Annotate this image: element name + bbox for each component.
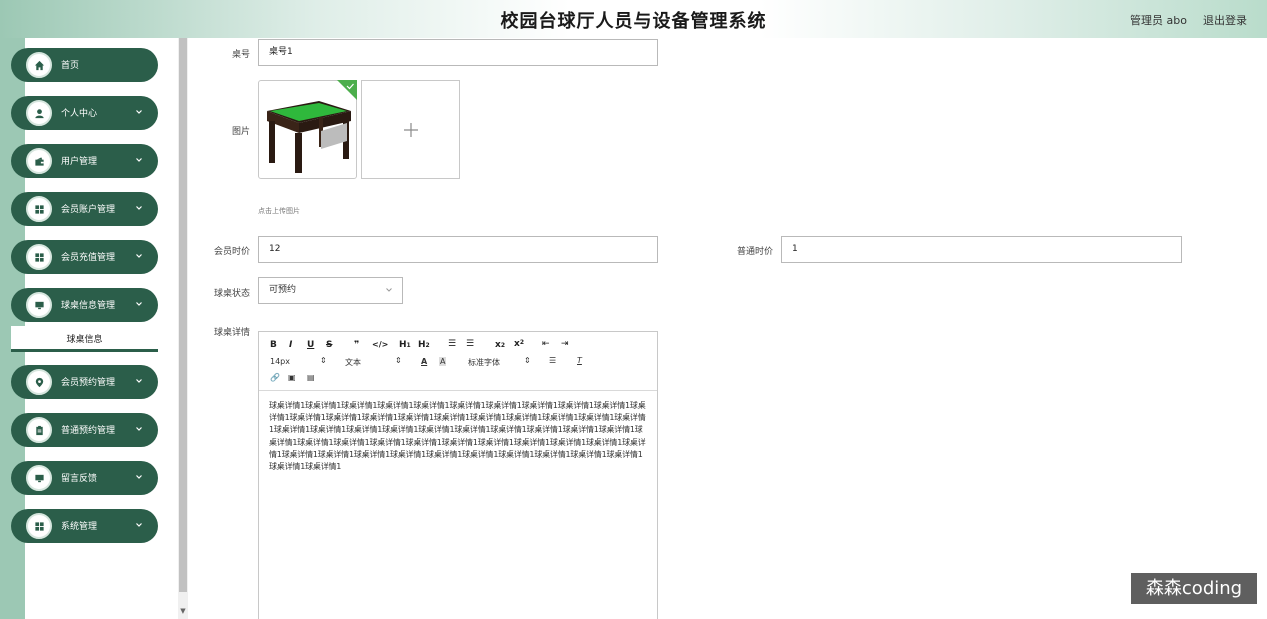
member-price-input[interactable]: 12 (258, 236, 658, 263)
top-header: 校园台球厅人员与设备管理系统 管理员 abo 退出登录 (0, 0, 1267, 38)
sidebar-item-label: 用户管理 (61, 157, 98, 167)
heading2-button[interactable]: H2 (418, 340, 430, 350)
block-type-select-arrow-icon[interactable]: ⇕ (395, 356, 402, 365)
sidebar-item-member-account[interactable]: 会员账户管理 (11, 192, 158, 226)
font-size-select-arrow-icon[interactable]: ⇕ (320, 356, 327, 365)
normal-price-label: 普通时价 (736, 247, 773, 257)
font-size-select[interactable]: 14px (270, 357, 290, 366)
chevron-down-icon (136, 379, 142, 383)
chevron-down-icon (136, 302, 142, 306)
sidebar-item-label: 留言反馈 (61, 474, 98, 484)
indent-icon[interactable]: ⇥ (561, 339, 569, 349)
font-family-select[interactable]: 标准字体 (468, 357, 500, 368)
normal-price-input[interactable]: 1 (781, 236, 1182, 263)
sidebar-item-personal-center[interactable]: 个人中心 (11, 96, 158, 130)
image-icon[interactable]: ▣ (288, 373, 296, 382)
sidebar-item-label: 会员预约管理 (61, 378, 116, 388)
plus-icon (404, 123, 418, 137)
chevron-down-icon (136, 110, 142, 114)
sidebar-item-label: 系统管理 (61, 522, 98, 532)
sidebar-item-member-recharge[interactable]: 会员充值管理 (11, 240, 158, 274)
chevron-down-icon (136, 523, 142, 527)
upload-success-check-icon (337, 80, 357, 100)
sidebar-item-label: 首页 (61, 61, 80, 71)
image-upload-button[interactable] (361, 80, 460, 179)
user-icon (26, 100, 52, 126)
strike-button[interactable]: S (326, 340, 332, 350)
upload-hint: 点击上传图片 (258, 207, 300, 215)
app-title: 校园台球厅人员与设备管理系统 (500, 11, 767, 32)
sidebar-subitem-label: 球桌信息 (66, 335, 103, 345)
video-icon[interactable]: ▤ (307, 373, 315, 382)
status-select[interactable]: 可预约 (258, 277, 403, 304)
home-icon (26, 52, 52, 78)
subscript-button[interactable]: x2 (495, 340, 505, 350)
image-label: 图片 (231, 127, 250, 137)
editor-toolbar: B I U S ❞ </> H1 H2 ☰ ☰ x2 x2 ⇤ ⇥ 14px ⇕… (259, 332, 657, 391)
sidebar-item-label: 球桌信息管理 (61, 301, 116, 311)
chevron-down-icon (136, 158, 142, 162)
table-no-label: 桌号 (231, 50, 250, 60)
ordered-list-icon[interactable]: ☰ (448, 339, 456, 349)
grid-icon (26, 244, 52, 270)
text-color-icon[interactable]: A (421, 357, 427, 366)
wallet-icon (26, 148, 52, 174)
chevron-down-icon (136, 254, 142, 258)
sidebar-item-table-info[interactable]: 球桌信息管理 (11, 288, 158, 322)
heading1-button[interactable]: H1 (399, 340, 411, 350)
outdent-icon[interactable]: ⇤ (542, 339, 550, 349)
uploaded-image-card[interactable] (258, 80, 357, 179)
sidebar-item-normal-reservation[interactable]: 普通预约管理 (11, 413, 158, 447)
sidebar-item-label: 会员账户管理 (61, 205, 116, 215)
editor-content[interactable]: 球桌详情1球桌详情1球桌详情1球桌详情1球桌详情1球桌详情1球桌详情1球桌详情1… (269, 400, 649, 473)
location-icon (26, 369, 52, 395)
current-user: 管理员 abo (1130, 14, 1187, 27)
bullet-list-icon[interactable]: ☰ (466, 339, 474, 349)
bold-button[interactable]: B (270, 340, 277, 350)
sidebar-item-user-management[interactable]: 用户管理 (11, 144, 158, 178)
chevron-down-icon (386, 288, 392, 292)
sidebar-item-system-management[interactable]: 系统管理 (11, 509, 158, 543)
scroll-down-arrow-icon[interactable]: ▼ (179, 607, 187, 617)
sidebar-scrollbar-thumb[interactable] (179, 38, 187, 592)
rich-text-editor[interactable]: B I U S ❞ </> H1 H2 ☰ ☰ x2 x2 ⇤ ⇥ 14px ⇕… (258, 331, 658, 619)
link-icon[interactable]: 🔗 (270, 373, 280, 382)
chevron-down-icon (136, 206, 142, 210)
grid-icon (26, 196, 52, 222)
status-label: 球桌状态 (213, 289, 250, 299)
chevron-down-icon (136, 427, 142, 431)
logout-link[interactable]: 退出登录 (1203, 12, 1247, 28)
sidebar-item-feedback[interactable]: 留言反馈 (11, 461, 158, 495)
sidebar-item-home[interactable]: 首页 (11, 48, 158, 82)
clear-format-icon[interactable]: T (577, 356, 582, 365)
detail-label: 球桌详情 (213, 328, 250, 338)
font-family-select-arrow-icon[interactable]: ⇕ (524, 356, 531, 365)
sidebar-item-label: 普通预约管理 (61, 426, 116, 436)
chevron-down-icon (136, 475, 142, 479)
monitor-icon (26, 465, 52, 491)
underline-button[interactable]: U (307, 340, 314, 350)
sidebar-item-member-reservation[interactable]: 会员预约管理 (11, 365, 158, 399)
sidebar-subitem-table-info[interactable]: 球桌信息 (11, 326, 158, 352)
sidebar-item-label: 会员充值管理 (61, 253, 116, 263)
grid-icon (26, 513, 52, 539)
block-type-select[interactable]: 文本 (345, 357, 361, 368)
table-no-input[interactable]: 桌号1 (258, 39, 658, 66)
sidebar-item-label: 个人中心 (61, 109, 98, 119)
watermark: 森森coding (1131, 573, 1257, 604)
monitor-icon (26, 292, 52, 318)
superscript-button[interactable]: x2 (514, 339, 524, 349)
align-icon[interactable]: ☰ (549, 356, 556, 365)
status-select-value: 可预约 (269, 285, 297, 295)
code-icon[interactable]: </> (372, 340, 388, 349)
member-price-label: 会员时价 (213, 247, 250, 257)
blockquote-icon[interactable]: ❞ (354, 340, 359, 350)
background-color-icon[interactable]: A (439, 357, 447, 366)
clipboard-icon (26, 417, 52, 443)
italic-button[interactable]: I (289, 340, 292, 350)
